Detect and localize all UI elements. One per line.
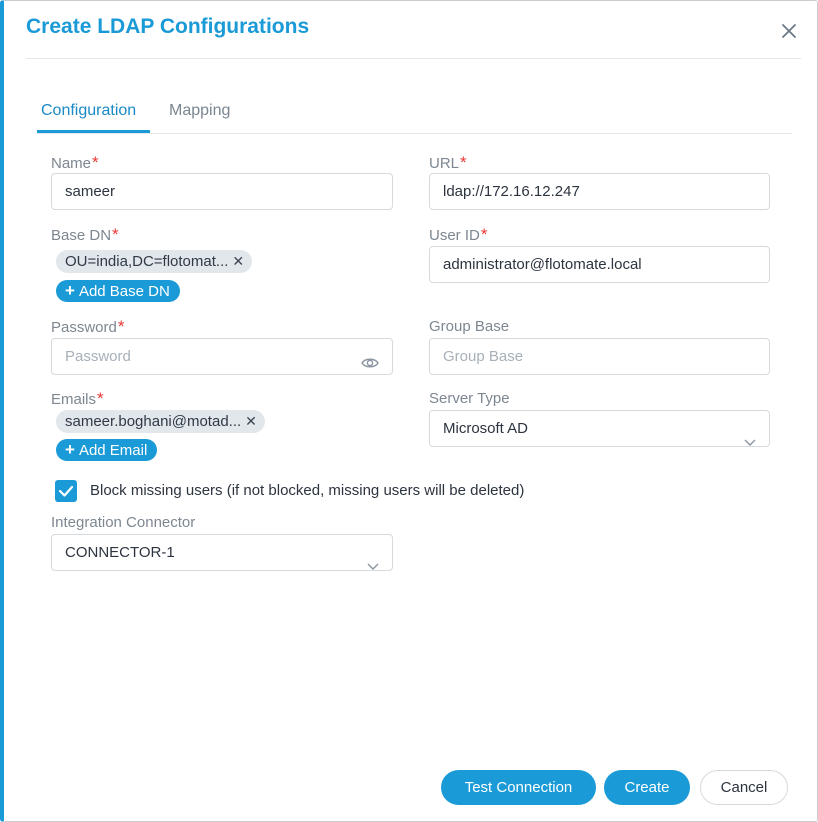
url-input[interactable]: ldap://172.16.12.247	[429, 173, 770, 210]
add-base-dn-button[interactable]: + Add Base DN	[56, 280, 180, 302]
add-email-button[interactable]: + Add Email	[56, 439, 158, 461]
password-label: Password*	[51, 317, 124, 337]
url-label-text: URL	[429, 155, 460, 172]
integration-connector-value: CONNECTOR-1	[65, 544, 175, 561]
required-marker: *	[460, 153, 467, 172]
active-tab-indicator	[37, 130, 150, 133]
email-chip: sameer.boghani@motad... ✕	[56, 410, 265, 433]
base-dn-chip: OU=india,DC=flotomat... ✕	[56, 250, 253, 273]
name-input[interactable]: sameer	[51, 173, 393, 210]
url-label: URL*	[429, 153, 467, 173]
chevron-down-icon	[744, 425, 756, 446]
eye-icon[interactable]	[361, 349, 379, 368]
add-email-label: Add Email	[78, 442, 148, 459]
server-type-label: Server Type	[429, 390, 510, 407]
integration-connector-select[interactable]: CONNECTOR-1	[51, 534, 393, 571]
required-marker: *	[117, 317, 125, 336]
plus-icon: +	[65, 440, 75, 459]
password-label-text: Password	[51, 319, 117, 336]
user-id-input[interactable]: administrator@flotomate.local	[429, 246, 770, 283]
name-label: Name*	[51, 153, 99, 173]
ldap-dialog: Create LDAP Configurations Configuration…	[0, 0, 818, 822]
close-icon[interactable]	[776, 18, 802, 44]
block-missing-checkbox[interactable]	[55, 480, 77, 502]
remove-chip-icon[interactable]: ✕	[245, 413, 257, 429]
required-marker: *	[480, 225, 488, 244]
test-connection-button[interactable]: Test Connection	[441, 770, 596, 805]
remove-chip-icon[interactable]: ✕	[232, 253, 244, 269]
email-chip-text: sameer.boghani@motad...	[65, 413, 242, 430]
tab-configuration[interactable]: Configuration	[41, 102, 136, 120]
integration-connector-label: Integration Connector	[51, 514, 196, 531]
required-marker: *	[92, 153, 99, 172]
emails-label: Emails*	[51, 389, 104, 409]
base-dn-label-text: Base DN	[51, 227, 112, 244]
required-marker: *	[112, 225, 119, 244]
cancel-button[interactable]: Cancel	[700, 770, 788, 805]
base-dn-label: Base DN*	[51, 225, 119, 245]
create-button[interactable]: Create	[604, 770, 690, 805]
add-base-dn-label: Add Base DN	[78, 283, 170, 300]
group-base-input[interactable]: Group Base	[429, 338, 770, 375]
header-divider	[26, 58, 801, 59]
plus-icon: +	[65, 281, 75, 300]
password-placeholder: Password	[65, 348, 131, 365]
required-marker: *	[97, 389, 104, 408]
user-id-label-text: User ID	[429, 227, 480, 244]
block-missing-label: Block missing users (if not blocked, mis…	[90, 482, 525, 499]
server-type-select[interactable]: Microsoft AD	[429, 410, 770, 447]
base-dn-chip-text: OU=india,DC=flotomat...	[65, 253, 229, 270]
dialog-title: Create LDAP Configurations	[26, 15, 310, 38]
chevron-down-icon	[367, 549, 379, 570]
server-type-value: Microsoft AD	[443, 420, 529, 437]
emails-label-text: Emails	[51, 391, 97, 408]
tab-mapping[interactable]: Mapping	[169, 102, 230, 120]
name-label-text: Name	[51, 155, 92, 172]
user-id-label: User ID*	[429, 225, 487, 245]
password-input[interactable]: Password	[51, 338, 393, 375]
group-base-label: Group Base	[429, 318, 510, 335]
tab-bar: Configuration Mapping	[37, 95, 792, 134]
